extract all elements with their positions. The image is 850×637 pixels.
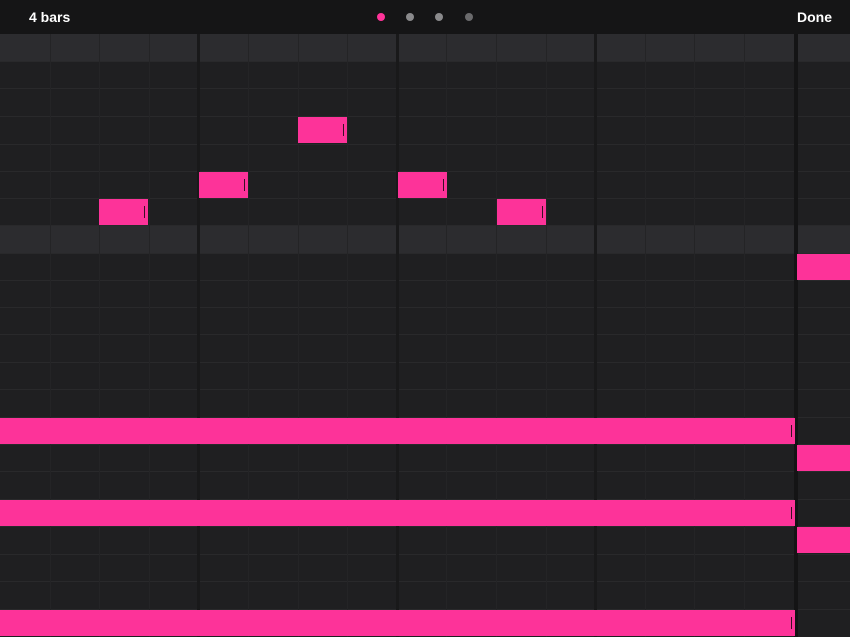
grid-line <box>0 389 850 390</box>
beat-line <box>347 34 348 637</box>
note-resize-handle[interactable] <box>143 206 145 218</box>
lane-header-2 <box>0 225 850 253</box>
grid-line <box>0 362 850 363</box>
beat-line <box>99 34 100 637</box>
long-note-3[interactable] <box>0 610 795 636</box>
bar-line <box>197 34 200 637</box>
grid-line <box>0 88 850 89</box>
note-2[interactable] <box>199 172 248 198</box>
sidebar-note-2[interactable] <box>797 445 850 471</box>
note-resize-handle[interactable] <box>541 206 543 218</box>
page-dot-3[interactable] <box>435 13 443 21</box>
grid-line <box>0 307 850 308</box>
grid-line <box>0 554 850 555</box>
beat-line <box>645 34 646 637</box>
sidebar-note-3[interactable] <box>797 527 850 553</box>
grid-line <box>0 116 850 117</box>
beat-line <box>496 34 497 637</box>
piano-roll-grid[interactable] <box>0 34 850 637</box>
grid-line <box>0 144 850 145</box>
note-5[interactable] <box>497 199 546 225</box>
beat-line <box>149 34 150 637</box>
done-button[interactable]: Done <box>797 9 832 25</box>
bar-line <box>594 34 597 637</box>
grid-line <box>0 253 850 254</box>
note-3[interactable] <box>398 172 447 198</box>
long-note-1[interactable] <box>0 418 795 444</box>
note-resize-handle[interactable] <box>790 507 792 519</box>
note-4[interactable] <box>99 199 148 225</box>
page-dot-4[interactable] <box>465 13 473 21</box>
note-resize-handle[interactable] <box>790 425 792 437</box>
note-resize-handle[interactable] <box>243 179 245 191</box>
grid-line <box>0 61 850 62</box>
top-bar: 4 bars Done <box>0 0 850 34</box>
note-resize-handle[interactable] <box>442 179 444 191</box>
note-1[interactable] <box>298 117 347 143</box>
beat-line <box>694 34 695 637</box>
grid-line <box>0 444 850 445</box>
lane-header-1 <box>0 34 850 61</box>
note-resize-handle[interactable] <box>790 617 792 629</box>
grid-line <box>0 280 850 281</box>
grid-line <box>0 471 850 472</box>
grid-line <box>0 334 850 335</box>
page-dot-1[interactable] <box>377 13 385 21</box>
beat-line <box>446 34 447 637</box>
beat-line <box>744 34 745 637</box>
grid-line <box>0 581 850 582</box>
grid-line <box>0 225 850 226</box>
beat-line <box>546 34 547 637</box>
beat-line <box>50 34 51 637</box>
bar-line <box>396 34 399 637</box>
beat-line <box>248 34 249 637</box>
long-note-2[interactable] <box>0 500 795 526</box>
sidebar-note-1[interactable] <box>797 254 850 280</box>
note-resize-handle[interactable] <box>342 124 344 136</box>
bar-count-label[interactable]: 4 bars <box>29 9 70 25</box>
page-dot-2[interactable] <box>406 13 414 21</box>
grid-line <box>0 526 850 527</box>
